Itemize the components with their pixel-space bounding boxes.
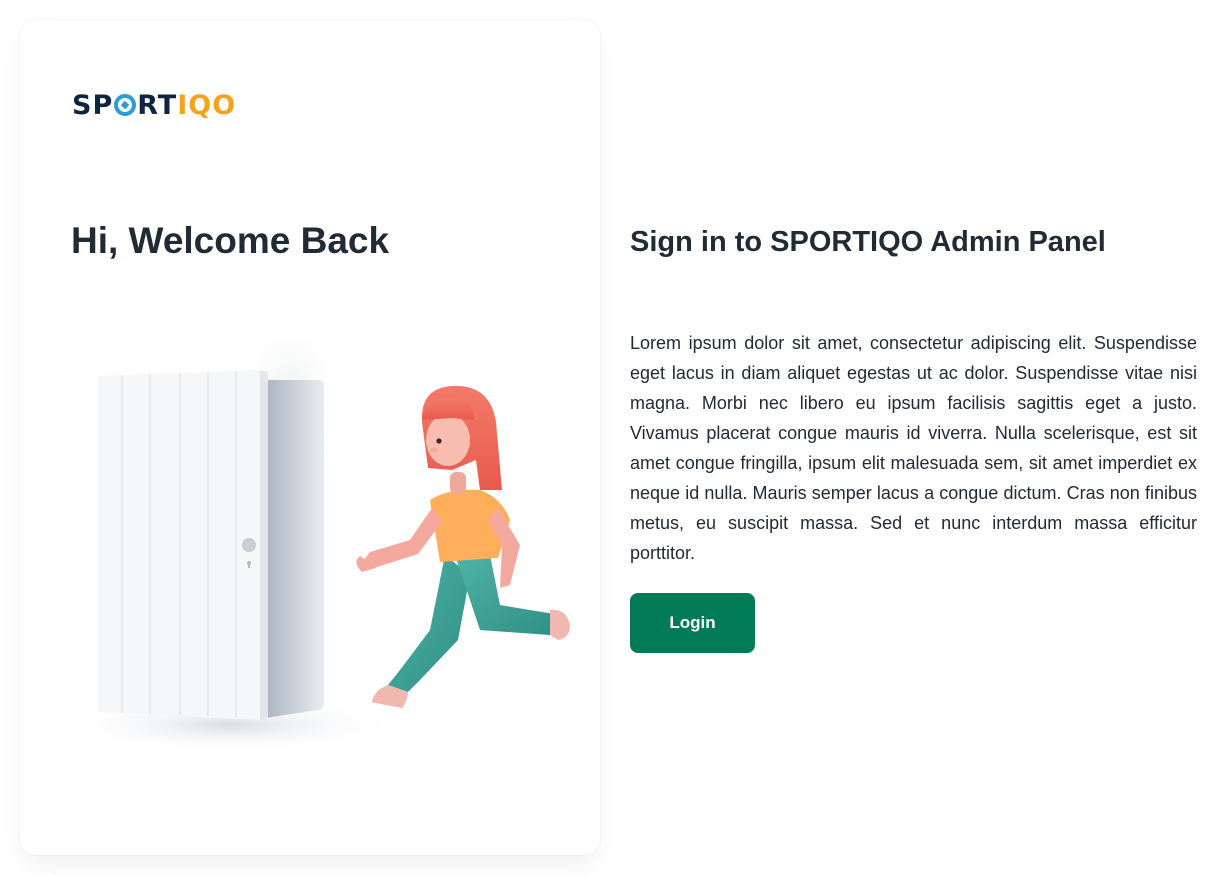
login-page: SP RT IQO Hi, Welcome Back Sign in to SP… (0, 0, 1227, 875)
sportiqo-logo: SP RT IQO (72, 88, 236, 122)
girl-running-out-of-door-illustration (70, 340, 570, 753)
signin-heading: Sign in to SPORTIQO Admin Panel (630, 226, 1106, 258)
signin-description: Lorem ipsum dolor sit amet, consectetur … (630, 333, 1197, 563)
logo-text-sp: SP (72, 89, 114, 121)
login-button[interactable]: Login (630, 593, 755, 653)
logo-o-icon (114, 94, 137, 116)
logo-text-iqo: IQO (177, 89, 237, 121)
welcome-card: SP RT IQO Hi, Welcome Back (20, 20, 600, 855)
logo-text-rt: RT (137, 89, 178, 121)
welcome-heading: Hi, Welcome Back (71, 220, 390, 261)
